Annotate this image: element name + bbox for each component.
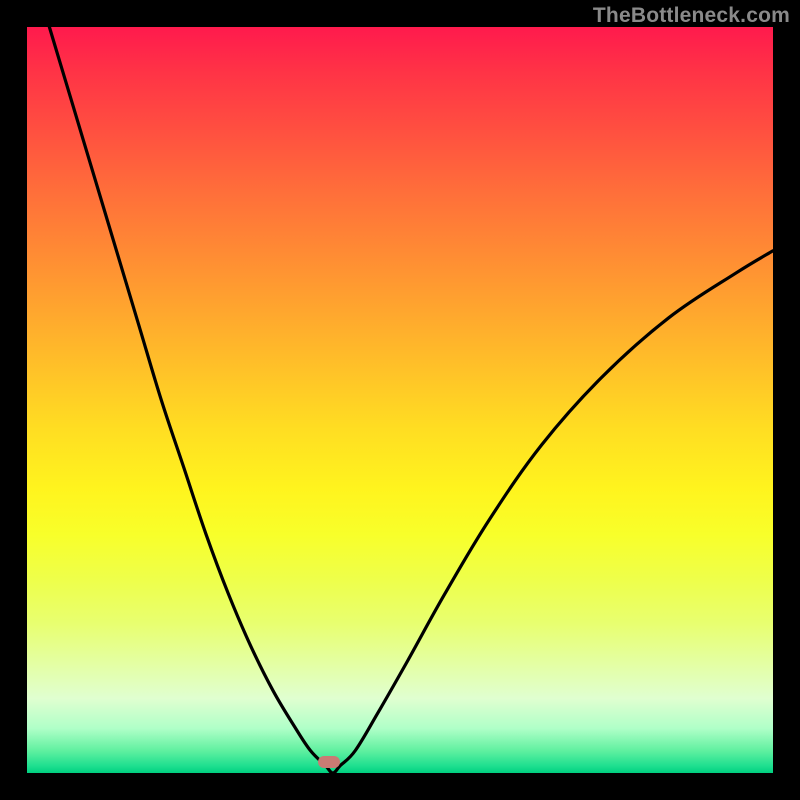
minimum-marker xyxy=(318,756,340,768)
bottleneck-curve xyxy=(27,27,773,773)
chart-frame: TheBottleneck.com xyxy=(0,0,800,800)
watermark-text: TheBottleneck.com xyxy=(593,4,790,28)
plot-area xyxy=(27,27,773,773)
curve-path xyxy=(27,0,773,773)
